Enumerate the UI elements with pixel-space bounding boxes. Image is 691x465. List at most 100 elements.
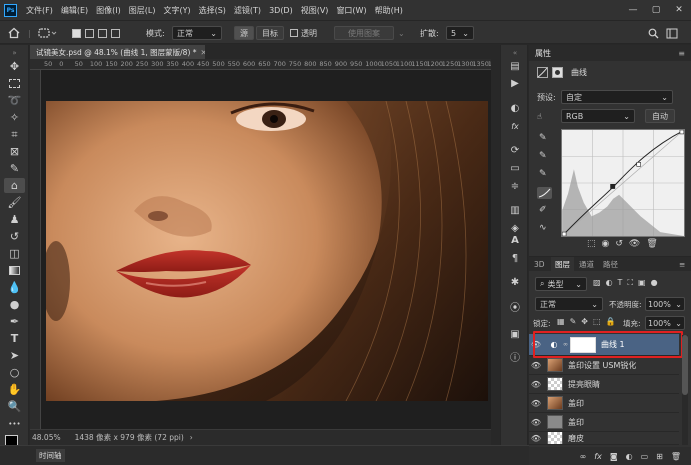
- collapse-icon[interactable]: «: [506, 49, 524, 57]
- patch-tool-icon[interactable]: [38, 26, 58, 40]
- pencil-draw-icon[interactable]: ✐: [539, 205, 547, 215]
- panel-menu-icon[interactable]: ≡: [679, 257, 685, 271]
- blur-tool-icon[interactable]: 💧: [4, 280, 25, 295]
- layer-row-usm[interactable]: 👁 盖印设置 USM锐化: [529, 356, 679, 375]
- lock-all-icon[interactable]: 🔒: [606, 317, 616, 326]
- zoom-level[interactable]: 48.05%: [32, 433, 61, 442]
- frame-tool-icon[interactable]: ⊠: [4, 144, 25, 159]
- menu-image[interactable]: 图像(I): [92, 5, 125, 16]
- panel-menu-icon[interactable]: ≡: [678, 49, 685, 58]
- info-panel-icon[interactable]: ⓘ: [506, 349, 524, 364]
- set-gray-point-icon[interactable]: ✎: [539, 151, 547, 161]
- zoom-tool-icon[interactable]: 🔍: [4, 399, 25, 414]
- view-previous-icon[interactable]: ◉: [602, 239, 610, 249]
- delete-icon[interactable]: 🗑: [646, 239, 657, 249]
- actions-panel-icon[interactable]: ▶: [506, 76, 524, 90]
- canvas-area[interactable]: 50 0 50 100 150 200 250 300 350 400 450 500 550 600 65…: [30, 59, 491, 429]
- use-pattern-button[interactable]: 使用图案: [334, 26, 394, 40]
- gradient-tool-icon[interactable]: [4, 263, 25, 278]
- close-icon[interactable]: ✕: [668, 0, 690, 20]
- scrollbar-thumb[interactable]: [682, 335, 688, 395]
- type-tool-icon[interactable]: T: [4, 331, 25, 346]
- brushes-panel-icon[interactable]: ✱: [506, 275, 524, 289]
- filter-toggle-icon[interactable]: ●: [651, 278, 658, 288]
- tab-3d[interactable]: 3D: [534, 257, 545, 271]
- new-layer-icon[interactable]: ⊞: [656, 452, 663, 461]
- auto-button[interactable]: 自动: [645, 109, 675, 123]
- path-selection-tool-icon[interactable]: ➤: [4, 348, 25, 363]
- libraries-panel-icon[interactable]: ▥: [506, 203, 524, 217]
- source-button[interactable]: 源: [234, 26, 254, 40]
- channel-hand-icon[interactable]: ☝: [537, 112, 542, 121]
- workspace-icon[interactable]: [666, 26, 678, 40]
- styles-panel-icon[interactable]: fx: [506, 119, 524, 133]
- menu-edit[interactable]: 编辑(E): [57, 5, 92, 16]
- curve-control-point[interactable]: [562, 231, 567, 236]
- fx-icon[interactable]: fx: [594, 452, 602, 461]
- filter-adjustment-icon[interactable]: ◐: [606, 278, 613, 288]
- layer-row-stamp[interactable]: 👁 盖印: [529, 394, 679, 413]
- diffusion-dropdown[interactable]: 5 ⌄: [446, 26, 474, 40]
- brush-tool-icon[interactable]: 🖌: [4, 195, 25, 210]
- home-icon[interactable]: [8, 26, 20, 40]
- visibility-eye-icon[interactable]: 👁: [529, 361, 543, 370]
- magic-wand-tool-icon[interactable]: ✧: [4, 110, 25, 125]
- lock-transparent-icon[interactable]: ▦: [557, 317, 565, 326]
- filter-shape-icon[interactable]: ⛶: [627, 278, 633, 288]
- tab-paths[interactable]: 路径: [603, 257, 618, 271]
- hand-tool-icon[interactable]: ✋: [4, 382, 25, 397]
- blend-mode-dropdown[interactable]: 正常 ⌄: [535, 297, 603, 311]
- intersect-selection-icon[interactable]: [111, 28, 120, 38]
- dodge-tool-icon[interactable]: ●: [4, 297, 25, 312]
- add-selection-icon[interactable]: [85, 28, 94, 38]
- smooth-curve-icon[interactable]: ∿: [539, 223, 547, 233]
- new-selection-icon[interactable]: [72, 28, 81, 38]
- new-group-icon[interactable]: ▭: [641, 452, 649, 461]
- set-black-point-icon[interactable]: ✎: [539, 169, 547, 179]
- search-icon[interactable]: [648, 26, 659, 40]
- reset-icon[interactable]: ↺: [615, 239, 623, 249]
- layer-row-stamp-gray[interactable]: 👁 盖印: [529, 413, 679, 432]
- curve-control-point[interactable]: [636, 162, 641, 167]
- transparent-checkbox[interactable]: 透明: [290, 26, 317, 40]
- eyedropper-tool-icon[interactable]: ✎: [4, 161, 25, 176]
- visibility-icon[interactable]: 👁: [629, 239, 640, 249]
- lock-image-icon[interactable]: ✎: [570, 317, 577, 326]
- paths-panel-icon[interactable]: ⦿: [506, 299, 524, 314]
- layer-mask-icon[interactable]: [552, 67, 563, 78]
- menu-3d[interactable]: 3D(D): [265, 6, 297, 15]
- crop-tool-icon[interactable]: ⌗: [4, 127, 25, 142]
- menu-type[interactable]: 文字(Y): [159, 5, 194, 16]
- filter-smart-icon[interactable]: ▣: [638, 278, 646, 288]
- eraser-tool-icon[interactable]: ◫: [4, 246, 25, 261]
- layer-row-brighten-eyes[interactable]: 👁 提亮眼睛: [529, 375, 679, 394]
- set-white-point-icon[interactable]: ✎: [539, 133, 547, 143]
- layer-row-skin[interactable]: 👁 磨皮: [529, 432, 679, 445]
- link-layers-icon[interactable]: ∞: [580, 452, 587, 461]
- history-panel-icon[interactable]: ▤: [506, 59, 524, 73]
- curves-graph[interactable]: [561, 129, 685, 237]
- document-tab[interactable]: 试镜美女.psd @ 48.1% (曲线 1, 图层蒙版/8) * ✕: [30, 45, 205, 59]
- history-brush-tool-icon[interactable]: ↺: [4, 229, 25, 244]
- character-panel-icon[interactable]: A: [506, 233, 524, 247]
- shape-tool-icon[interactable]: ○: [4, 365, 25, 380]
- clip-to-layer-icon[interactable]: ⬚: [587, 239, 596, 249]
- curve-control-point[interactable]: [679, 130, 684, 135]
- add-mask-icon[interactable]: ◙: [610, 452, 618, 461]
- more-tools-icon[interactable]: •••: [4, 416, 25, 431]
- properties-panel-icon[interactable]: ▭: [506, 161, 524, 175]
- sliders-panel-icon[interactable]: ≑: [506, 179, 524, 193]
- tab-layers[interactable]: 图层: [551, 257, 574, 271]
- collapse-icon[interactable]: »: [4, 49, 25, 57]
- menu-layer[interactable]: 图层(L): [125, 5, 160, 16]
- preset-dropdown[interactable]: 自定 ⌄: [561, 90, 673, 104]
- curve-control-point[interactable]: [610, 183, 616, 189]
- channel-dropdown[interactable]: RGB ⌄: [561, 109, 635, 123]
- lock-position-icon[interactable]: ✥: [581, 317, 588, 326]
- pattern-picker-icon[interactable]: ⌄: [398, 26, 405, 40]
- menu-filter[interactable]: 滤镜(T): [230, 5, 265, 16]
- close-tab-icon[interactable]: ✕: [201, 48, 206, 57]
- mode-dropdown[interactable]: 正常 ⌄: [172, 26, 222, 40]
- timeline-tab[interactable]: 时间轴: [36, 449, 65, 462]
- menu-file[interactable]: 文件(F): [22, 5, 57, 16]
